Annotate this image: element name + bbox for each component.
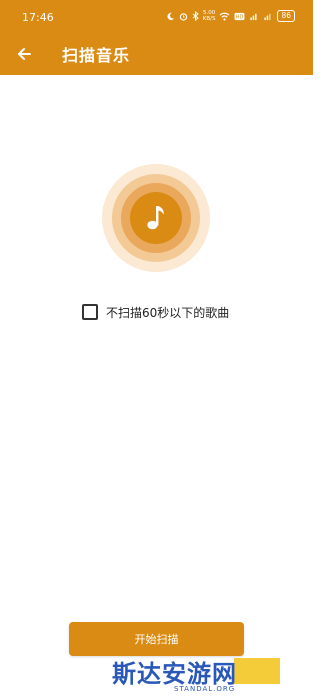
moon-icon (167, 12, 174, 20)
svg-text:HD: HD (236, 14, 244, 20)
arrow-left-icon (18, 48, 31, 60)
status-icons: 5.00 KB/S HD 86 (166, 9, 295, 23)
status-time: 17:46 (22, 11, 54, 24)
wifi-icon (220, 12, 230, 21)
back-button[interactable] (10, 40, 38, 68)
bluetooth-icon (192, 11, 199, 21)
signal-icon-2 (264, 13, 271, 20)
skip-short-songs-option[interactable]: 不扫描60秒以下的歌曲 (82, 303, 229, 321)
network-speed-unit: KB/S (202, 16, 216, 22)
music-disc-graphic (102, 164, 210, 272)
app-bar: 扫描音乐 (0, 33, 313, 75)
network-speed: 5.00 KB/S (203, 10, 216, 22)
watermark-subtext: STANDAL.ORG (174, 685, 236, 693)
status-bar: 17:46 5.00 KB/S HD 86 (0, 0, 313, 33)
top-app-bar: 17:46 5.00 KB/S HD 86 扫描音乐 (0, 0, 313, 75)
battery-indicator: 86 (277, 10, 295, 22)
page-title: 扫描音乐 (62, 46, 131, 65)
site-watermark: 斯达安游网 STANDAL.ORG (108, 654, 292, 694)
skip-short-songs-label: 不扫描60秒以下的歌曲 (106, 305, 230, 320)
skip-short-songs-checkbox[interactable] (82, 304, 98, 320)
start-scan-button[interactable]: 开始扫描 (69, 622, 244, 656)
hd-icon: HD (235, 12, 245, 20)
signal-icon (250, 13, 257, 20)
alarm-icon (179, 12, 187, 21)
watermark-highlight (234, 658, 280, 684)
watermark-text: 斯达安游网 (112, 659, 237, 688)
